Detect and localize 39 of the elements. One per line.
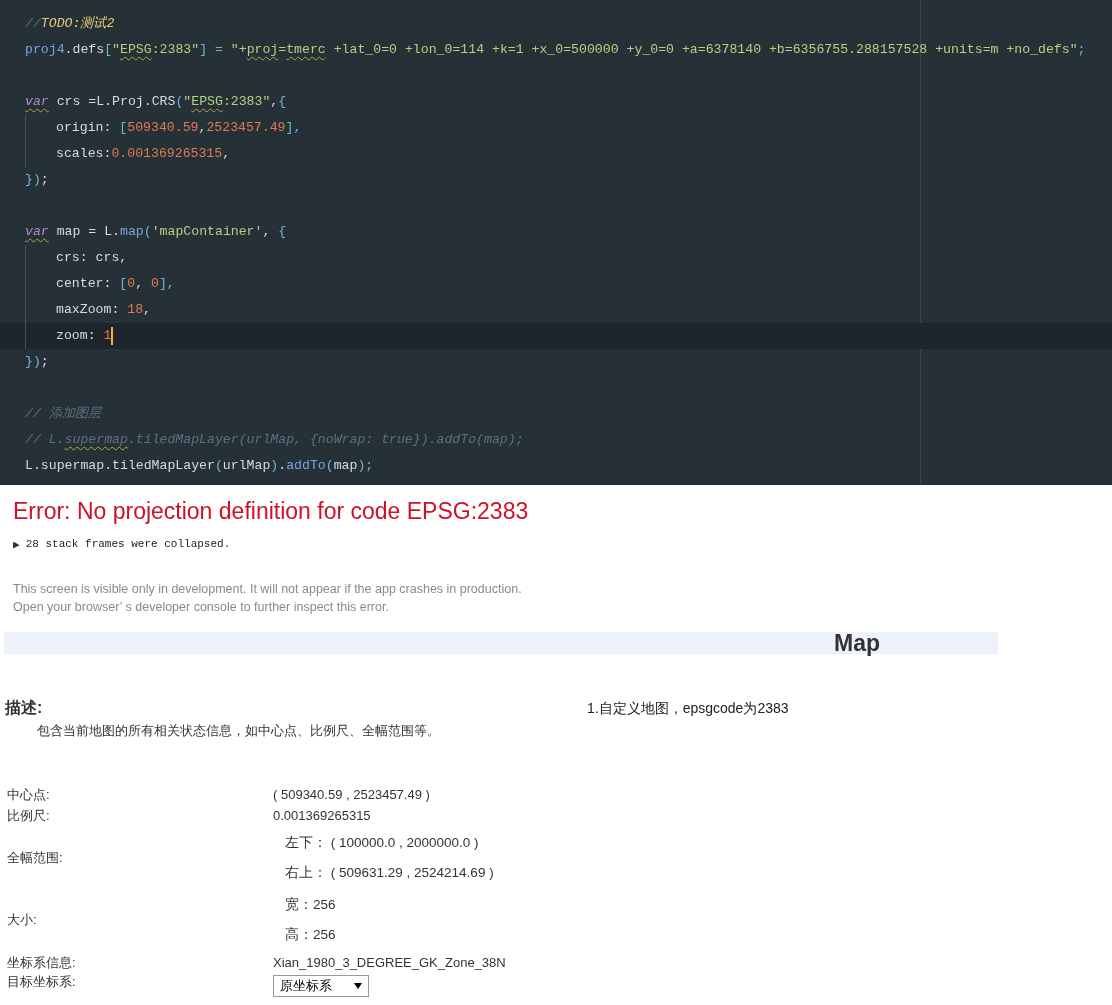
code-line: var map = L.map('mapContainer', { <box>24 223 288 241</box>
coordinate-system-dropdown[interactable]: 原坐标系 <box>273 975 369 997</box>
property-value: 右上： ( 509631.29 , 2524214.69 ) <box>285 864 494 882</box>
description-text: 包含当前地图的所有相关状态信息，如中心点、比例尺、全幅范围等。 <box>36 722 441 740</box>
property-value: Xian_1980_3_DEGREE_GK_Zone_38N <box>273 955 506 970</box>
info-text: Open your browser’ s developer console to further inspect this error. <box>13 599 390 616</box>
property-value: 0.001369265315 <box>273 808 371 823</box>
code-line: // L.supermap.tiledMapLayer(urlMap, {noWrap: true}).addTo(map); <box>24 431 525 449</box>
code-line: center: [0, 0], <box>0 271 1112 297</box>
property-value: 左下： ( 100000.0 , 2000000.0 ) <box>285 834 480 852</box>
property-label: 全幅范围: <box>7 850 63 865</box>
code-line: //TODO:测试2 <box>24 15 116 33</box>
dropdown-arrow-icon <box>354 983 362 989</box>
panel-title: Map <box>834 630 880 657</box>
code-line: maxZoom: 18, <box>0 297 1112 323</box>
property-label: 比例尺: <box>7 807 50 823</box>
note-text: 1.自定义地图，epsgcode为2383 <box>587 699 789 718</box>
code-line: var crs =L.Proj.CRS("EPSG:2383",{ <box>24 93 288 111</box>
stack-summary: 28 stack frames were collapsed. <box>25 538 231 551</box>
code-line: }); <box>24 353 50 371</box>
error-title: Error: No projection definition for code EPSG:2383 <box>13 497 530 525</box>
property-value: 高：256 <box>285 926 336 944</box>
property-value: 宽：256 <box>285 896 336 914</box>
code-line: crs: crs, <box>0 245 1112 271</box>
description-label: 描述: <box>5 698 44 718</box>
code-line: scales:0.001369265315, <box>0 141 1112 167</box>
property-label: 大小: <box>7 912 37 927</box>
code-line: // 添加图层 <box>24 405 104 423</box>
info-text: This screen is visible only in development. It will not appear if the app crashes in production. <box>13 581 523 598</box>
property-label: 中心点: <box>7 786 50 802</box>
property-value: ( 509340.59 , 2523457.49 ) <box>273 787 430 802</box>
property-label: 目标坐标系: <box>7 974 76 989</box>
text-caret <box>111 327 114 345</box>
code-line: proj4.defs["EPSG:2383"] = "+proj=tmerc +lat_0=0 +lon_0=114 +k=1 +x_0=500000 +y_0=0 +a=6378140 +b=6356755.288157528 +units=m +no_defs"; <box>24 41 1087 59</box>
property-label: 坐标系信息: <box>7 954 76 970</box>
code-line: L.supermap.tiledMapLayer(urlMap).addTo(map); <box>24 457 375 475</box>
code-line: }); <box>24 171 50 189</box>
expand-toggle[interactable]: ▶ <box>13 538 20 551</box>
code-line: origin: [509340.59,2523457.49], <box>0 115 1112 141</box>
